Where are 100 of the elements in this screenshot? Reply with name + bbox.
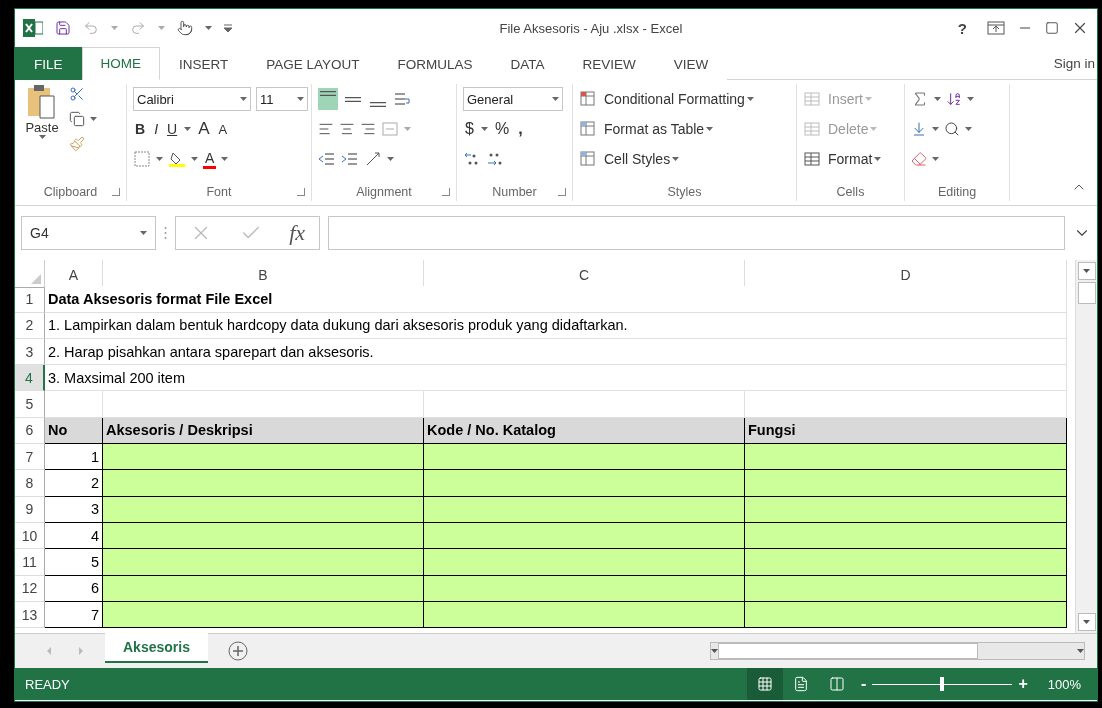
conditional-formatting-icon[interactable] bbox=[579, 90, 597, 108]
zoom-out-button[interactable]: - bbox=[855, 675, 873, 693]
page-icon bbox=[793, 676, 810, 692]
dialog-launcher-icon[interactable] bbox=[558, 188, 566, 196]
group-label: Editing bbox=[937, 185, 977, 199]
group-label: Cells bbox=[836, 185, 865, 199]
group-label: Clipboard bbox=[43, 185, 98, 199]
dialog-launcher-icon[interactable] bbox=[297, 188, 305, 196]
font-color-button[interactable]: A bbox=[203, 149, 217, 169]
row-header[interactable]: 13 bbox=[15, 601, 45, 629]
caret-icon bbox=[184, 127, 192, 131]
currency-button[interactable]: $ bbox=[463, 119, 476, 139]
caret-icon bbox=[1077, 649, 1084, 653]
group-label: Styles bbox=[667, 185, 702, 199]
orientation-icon[interactable] bbox=[364, 150, 382, 168]
caret-icon bbox=[156, 157, 163, 161]
styles-menu-button[interactable]: Cell Styles bbox=[602, 150, 682, 168]
caret-icon bbox=[38, 135, 46, 139]
fill-down-icon[interactable] bbox=[911, 121, 927, 137]
row-header[interactable]: 3 bbox=[15, 338, 45, 366]
find-icon[interactable] bbox=[944, 121, 960, 137]
cell-styles-icon[interactable] bbox=[579, 150, 597, 168]
table-cell: 2 bbox=[45, 470, 103, 497]
zoom-in-button[interactable]: + bbox=[1012, 675, 1034, 693]
scroll-thumb[interactable] bbox=[1077, 282, 1096, 304]
sort-filter-icon[interactable] bbox=[946, 91, 962, 107]
number-format-select[interactable]: General bbox=[463, 87, 563, 111]
align-center-icon[interactable] bbox=[339, 121, 355, 137]
increase-indent-icon[interactable] bbox=[341, 150, 359, 168]
name-box[interactable]: G4 bbox=[21, 216, 156, 250]
table-icon[interactable] bbox=[579, 120, 597, 138]
ribbon-tab[interactable]: HOME bbox=[81, 47, 160, 80]
dialog-launcher-icon[interactable] bbox=[442, 188, 450, 196]
cells-grid-icon[interactable] bbox=[803, 150, 821, 168]
font-size-select[interactable]: 11 bbox=[256, 87, 308, 111]
caret-icon bbox=[191, 157, 198, 161]
wrap-text-icon[interactable] bbox=[393, 90, 411, 108]
italic-button[interactable]: I bbox=[152, 120, 160, 138]
view-button[interactable] bbox=[747, 668, 784, 700]
ribbon-display-icon[interactable] bbox=[987, 21, 1005, 35]
caret-icon bbox=[140, 231, 147, 235]
copy-icon[interactable] bbox=[69, 111, 85, 127]
add-sheet-icon[interactable] bbox=[227, 641, 248, 661]
row-header[interactable]: 10 bbox=[15, 522, 45, 550]
touch-mode-icon[interactable] bbox=[177, 20, 193, 36]
row-header[interactable]: 1 bbox=[15, 286, 45, 313]
row-header[interactable]: 7 bbox=[15, 444, 45, 471]
table-cell: Aksesoris / Deskripsi bbox=[103, 417, 424, 445]
caret-icon bbox=[1083, 620, 1090, 624]
underline-button[interactable]: U bbox=[165, 120, 180, 138]
row-header[interactable]: 9 bbox=[15, 496, 45, 523]
decrease-indent-icon[interactable] bbox=[318, 150, 336, 168]
maximize-icon[interactable] bbox=[1045, 21, 1059, 35]
scroll-up-button[interactable] bbox=[1077, 262, 1096, 280]
row-header[interactable]: 12 bbox=[15, 575, 45, 602]
customize-toolbar-icon[interactable] bbox=[224, 24, 232, 32]
fill-color-icon[interactable] bbox=[168, 150, 186, 168]
paste-button[interactable]: Paste bbox=[21, 84, 63, 183]
zoom-level[interactable]: 100% bbox=[1033, 676, 1097, 692]
row-header[interactable]: 4 bbox=[15, 365, 45, 392]
dialog-launcher-icon[interactable] bbox=[112, 188, 120, 196]
caret-icon bbox=[934, 97, 941, 101]
caret-icon bbox=[865, 97, 872, 101]
cells-grid-icon[interactable] bbox=[803, 120, 821, 138]
status-text: READY bbox=[25, 676, 70, 692]
grow-font-button[interactable]: A bbox=[196, 118, 212, 140]
save-icon[interactable] bbox=[55, 20, 71, 36]
caret-icon bbox=[711, 649, 718, 653]
row-header[interactable]: 11 bbox=[15, 549, 45, 576]
percent-button[interactable]: % bbox=[492, 119, 512, 139]
font-name-select[interactable]: Calibri bbox=[133, 87, 251, 111]
row-header[interactable]: 8 bbox=[15, 470, 45, 497]
scroll-down-button[interactable] bbox=[1077, 613, 1096, 631]
row-header[interactable]: 2 bbox=[15, 312, 45, 339]
align-right-icon[interactable] bbox=[360, 121, 376, 137]
sheet-tab[interactable]: Aksesoris bbox=[105, 633, 208, 663]
align-lines-icon bbox=[320, 91, 336, 96]
comma-button[interactable]: , bbox=[516, 119, 525, 139]
formula-input[interactable] bbox=[328, 216, 1065, 250]
row-header[interactable]: 6 bbox=[15, 417, 45, 445]
table-cell: 1. Lampirkan dalam bentuk hardcopy data dukung dari aksesoris produk yang didaftarkan. bbox=[45, 312, 1067, 339]
row-header[interactable]: 5 bbox=[15, 391, 45, 418]
caret-icon bbox=[297, 97, 304, 101]
styles-menu-button[interactable]: Conditional Formatting bbox=[602, 90, 756, 108]
shrink-font-button[interactable]: A bbox=[216, 120, 230, 138]
horizontal-scrollbar[interactable] bbox=[710, 642, 1085, 660]
help-button[interactable]: ? bbox=[949, 19, 975, 37]
insert-function-button[interactable]: fx bbox=[289, 220, 306, 246]
align-left-icon[interactable] bbox=[318, 121, 334, 137]
caret-icon bbox=[870, 127, 878, 131]
vertical-align-button[interactable] bbox=[318, 88, 338, 110]
clear-icon[interactable] bbox=[911, 151, 927, 167]
bold-button[interactable]: B bbox=[133, 120, 148, 138]
sign-in-link[interactable]: Sign in bbox=[1053, 55, 1097, 71]
file-tab[interactable]: FILE bbox=[15, 47, 82, 80]
cells-menu-button[interactable]: Format bbox=[826, 150, 884, 168]
styles-menu-button[interactable]: Format as Table bbox=[602, 120, 716, 138]
cells-grid-icon[interactable] bbox=[803, 90, 821, 108]
zoom-thumb[interactable] bbox=[940, 677, 945, 691]
caret-icon bbox=[1083, 269, 1090, 273]
